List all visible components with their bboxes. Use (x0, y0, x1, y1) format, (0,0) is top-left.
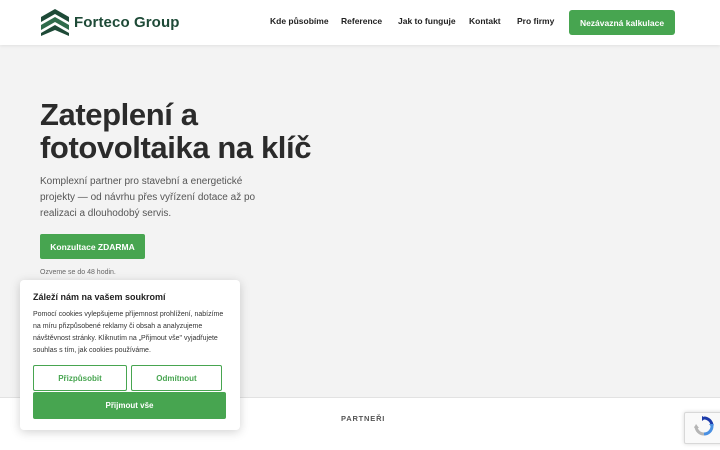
calculation-button[interactable]: Nezávazná kalkulace (569, 10, 675, 35)
logo[interactable]: Forteco Group (41, 9, 179, 36)
nav-item-jak-to-funguje[interactable]: Jak to funguje (398, 16, 456, 26)
forteco-roof-logo-icon (41, 9, 69, 36)
cookie-customize-button[interactable]: Přizpůsobit (33, 365, 127, 391)
recaptcha-badge[interactable] (684, 412, 720, 444)
recaptcha-icon (693, 415, 715, 442)
hero-title-line-1: Zateplení a (40, 97, 198, 132)
cookie-accept-all-button[interactable]: Přijmout vše (33, 392, 226, 419)
cookie-consent-dialog: Záleží nám na vašem soukromí Pomocí cook… (20, 280, 240, 430)
cookie-text: Pomocí cookies vylepšujeme příjemnost pr… (33, 311, 224, 354)
nav-item-pro-firmy[interactable]: Pro firmy (517, 16, 554, 26)
hero-title-line-2: fotovoltaika na klíč (40, 130, 312, 165)
cookie-reject-button[interactable]: Odmítnout (131, 365, 222, 391)
nav-item-kontakt[interactable]: Kontakt (469, 16, 501, 26)
cookie-title: Záleží nám na vašem soukromí (33, 292, 166, 302)
hero-subtitle: Komplexní partner pro stavební a energet… (40, 176, 256, 219)
hero-note: Ozveme se do 48 hodin. (40, 269, 116, 276)
hero-title: Zateplení a fotovoltaika na klíč (40, 98, 360, 164)
consultation-button[interactable]: Konzultace ZDARMA (40, 234, 145, 259)
logo-text: Forteco Group (74, 14, 180, 31)
partners-label: PARTNEŘI (341, 414, 386, 423)
nav-item-kde-pusobime[interactable]: Kde působíme (270, 16, 329, 26)
site-header: Forteco Group Kde působíme Reference Jak… (0, 0, 720, 45)
nav-item-reference[interactable]: Reference (341, 16, 382, 26)
